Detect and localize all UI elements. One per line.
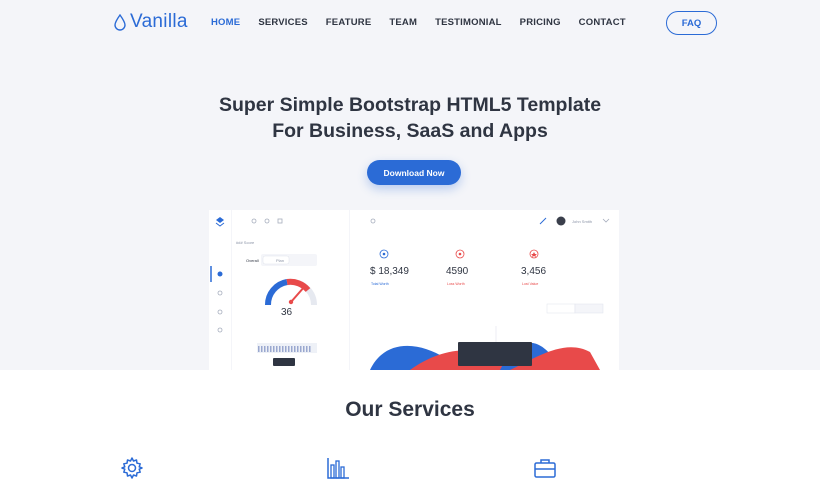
droplet-icon (114, 13, 126, 31)
services-title: Our Services (345, 398, 475, 421)
top-navbar: Vanilla HOME SERVICES FEATURE TEAM TESTI… (0, 0, 820, 46)
preview-gauge-label: ### Score (236, 240, 255, 245)
preview-stat-2-value: 4590 (446, 266, 469, 277)
preview-stat-3-label: Lost Value (522, 282, 539, 286)
logo-text: Vanilla (130, 11, 188, 32)
nav-item-testimonial[interactable]: TESTIMONIAL (435, 17, 502, 28)
preview-rail-icons (210, 217, 225, 333)
hero-title-line-1: Super Simple Bootstrap HTML5 Template (218, 94, 602, 116)
preview-main-panel: John Smith $ 18,349 Total Worth 4590 Los… (350, 210, 619, 370)
nav-item-services[interactable]: SERVICES (258, 17, 307, 28)
download-now-button[interactable]: Download Now (367, 160, 461, 185)
nav-item-feature[interactable]: FEATURE (326, 17, 372, 28)
preview-stat-1-value: $ 18,349 (370, 266, 409, 277)
nav-item-pricing[interactable]: PRICING (520, 17, 561, 28)
nav-item-home[interactable]: HOME (211, 17, 240, 28)
gear-icon (121, 457, 143, 479)
preview-toggle-overall: Overall (246, 258, 259, 263)
dashboard-preview-image: ### Score Overall Plan 36 John Smith $ 1… (209, 210, 619, 370)
bar-chart-icon (327, 458, 349, 479)
preview-gauge-value: 36 (281, 307, 293, 318)
preview-toggle-plan: Plan (276, 258, 285, 263)
preview-stat-2-label: Loss Worth (447, 282, 465, 286)
faq-button[interactable]: FAQ (666, 11, 717, 35)
nav-item-team[interactable]: TEAM (389, 17, 417, 28)
main-menu: HOME SERVICES FEATURE TEAM TESTIMONIAL P… (211, 17, 644, 28)
preview-stat-3-value: 3,456 (521, 266, 547, 277)
briefcase-icon (534, 459, 556, 478)
logo[interactable]: Vanilla (114, 11, 188, 33)
preview-stat-1-label: Total Worth (371, 282, 389, 286)
nav-item-contact[interactable]: CONTACT (579, 17, 626, 28)
preview-gauge-graphics (251, 218, 317, 366)
preview-main-graphics (370, 216, 610, 370)
hero-title-line-2: For Business, SaaS and Apps (272, 120, 548, 142)
preview-icon-rail (209, 210, 231, 370)
preview-user-name: John Smith (572, 219, 593, 224)
preview-gauge-panel: ### Score Overall Plan 36 (232, 210, 349, 370)
